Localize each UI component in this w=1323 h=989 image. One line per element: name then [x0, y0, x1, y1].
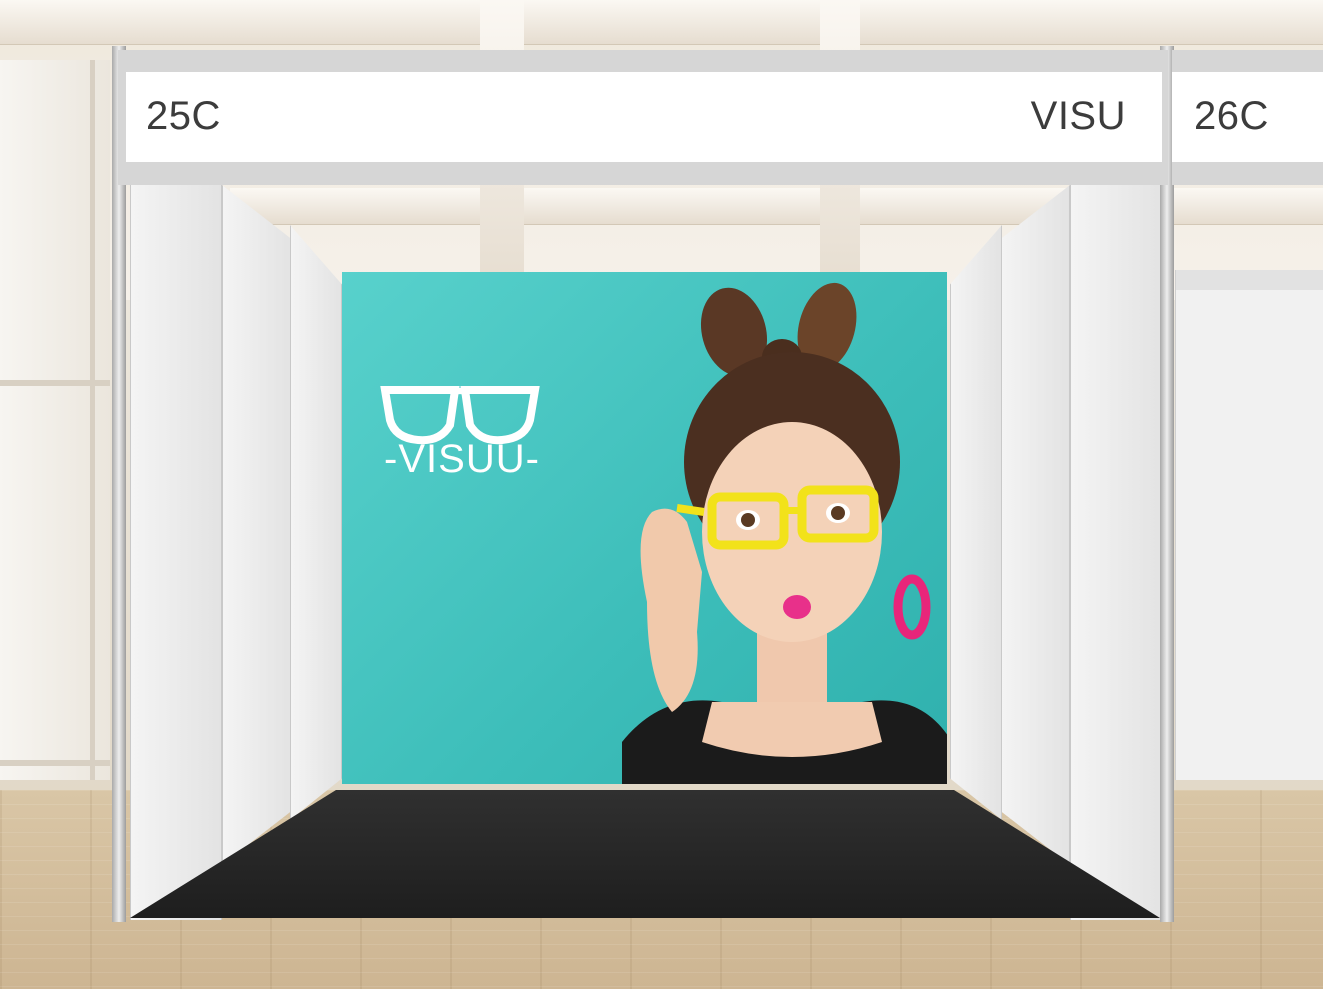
booth-side-panel — [290, 225, 342, 820]
booth-side-panel — [1000, 185, 1070, 865]
neighbor-fascia-board: 26C — [1172, 72, 1323, 162]
neighbor-booth-wall — [1175, 270, 1323, 780]
booth-side-panel — [1070, 185, 1164, 920]
ceiling-beam — [0, 0, 1323, 45]
woman-portrait — [622, 282, 947, 784]
neighbor-booth-number-label: 26C — [1194, 94, 1269, 138]
booth-side-panel — [130, 185, 222, 920]
booth-side-panel — [222, 185, 292, 865]
booth-number-label: 25C — [146, 94, 221, 138]
fascia-board: 25C VISU — [126, 72, 1162, 162]
hall-window — [0, 60, 110, 780]
banner-backdrop: -VISUU- — [342, 272, 947, 784]
exhibitor-name-label: VISU — [1030, 94, 1126, 138]
booth-side-panel — [950, 225, 1002, 820]
